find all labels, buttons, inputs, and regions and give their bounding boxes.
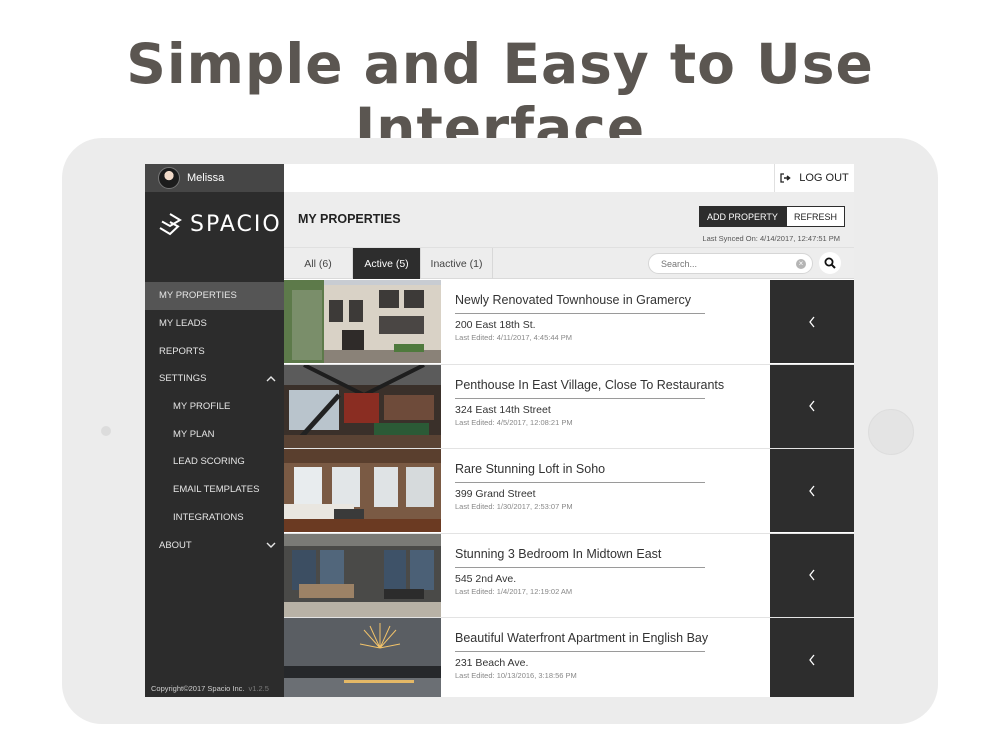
property-last-edited: Last Edited: 10/13/2016, 3:18:56 PM <box>455 671 577 680</box>
user-name: Melissa <box>187 172 225 184</box>
tablet-camera <box>101 426 111 436</box>
add-property-button[interactable]: ADD PROPERTY <box>699 206 786 227</box>
list-item[interactable]: Penthouse In East Village, Close To Rest… <box>284 364 854 449</box>
property-address: 231 Beach Ave. <box>455 657 529 669</box>
search-input[interactable] <box>661 256 791 272</box>
copyright: Copyright©2017 Spacio Inc. v1.2.5 <box>151 684 269 693</box>
search-box: × <box>648 253 813 274</box>
logout-icon <box>780 173 791 183</box>
sidebar-item-label: MY PROPERTIES <box>159 290 237 302</box>
expand-row-button[interactable] <box>770 364 854 448</box>
property-thumbnail <box>284 280 441 363</box>
property-address: 200 East 18th St. <box>455 319 536 331</box>
property-title: Beautiful Waterfront Apartment in Englis… <box>455 631 708 652</box>
filter-tabs: All (6) Active (5) Inactive (1) × <box>284 247 854 279</box>
top-bar: LOG OUT <box>284 164 854 192</box>
property-last-edited: Last Edited: 1/4/2017, 12:19:02 AM <box>455 586 573 596</box>
expand-row-button[interactable] <box>770 618 854 697</box>
sidebar-item-my-leads[interactable]: MY LEADS <box>145 310 284 338</box>
main-content: LOG OUT MY PROPERTIES ADD PROPERTY REFRE… <box>284 164 854 697</box>
expand-row-button[interactable] <box>770 533 854 617</box>
sidebar-item-label: REPORTS <box>159 345 205 357</box>
sidebar-item-label: ABOUT <box>159 539 192 551</box>
property-thumbnail <box>284 449 441 532</box>
logout-button[interactable]: LOG OUT <box>774 164 854 192</box>
property-title: Rare Stunning Loft in Soho <box>455 462 705 483</box>
sidebar-item-about[interactable]: ABOUT <box>145 531 284 559</box>
sidebar-item-email-templates[interactable]: EMAIL TEMPLATES <box>145 476 284 504</box>
sidebar-item-label: MY LEADS <box>159 318 207 330</box>
page-title: MY PROPERTIES <box>298 212 401 226</box>
list-item[interactable]: Stunning 3 Bedroom In Midtown East 545 2… <box>284 533 854 618</box>
list-item[interactable]: Beautiful Waterfront Apartment in Englis… <box>284 618 854 697</box>
logout-label: LOG OUT <box>799 172 849 184</box>
sidebar-item-label: MY PROFILE <box>173 401 231 413</box>
expand-row-button[interactable] <box>770 280 854 363</box>
chevron-left-icon <box>809 400 815 412</box>
chevron-left-icon <box>809 316 815 327</box>
property-title: Stunning 3 Bedroom In Midtown East <box>455 547 705 568</box>
list-item[interactable]: Newly Renovated Townhouse in Gramercy 20… <box>284 280 854 365</box>
chevron-left-icon <box>809 654 815 665</box>
sidebar-item-label: EMAIL TEMPLATES <box>173 484 260 496</box>
sidebar-item-integrations[interactable]: INTEGRATIONS <box>145 504 284 532</box>
chevron-left-icon <box>809 485 815 496</box>
sidebar-item-my-properties[interactable]: MY PROPERTIES <box>145 282 284 310</box>
sidebar-item-label: MY PLAN <box>173 428 215 440</box>
refresh-button[interactable]: REFRESH <box>786 206 846 227</box>
property-title: Newly Renovated Townhouse in Gramercy <box>455 293 705 314</box>
sidebar-item-my-profile[interactable]: MY PROFILE <box>145 393 284 421</box>
tab-active[interactable]: Active (5) <box>353 248 421 279</box>
last-synced-text: Last Synced On: 4/14/2017, 12:47:51 PM <box>702 234 840 243</box>
tablet-home-button <box>868 409 914 455</box>
property-thumbnail <box>284 618 441 697</box>
property-thumbnail <box>284 533 441 617</box>
property-title: Penthouse In East Village, Close To Rest… <box>455 378 724 399</box>
chevron-left-icon <box>809 569 815 581</box>
sidebar-item-lead-scoring[interactable]: LEAD SCORING <box>145 448 284 476</box>
sidebar-item-reports[interactable]: REPORTS <box>145 337 284 365</box>
avatar <box>158 167 180 189</box>
expand-row-button[interactable] <box>770 449 854 532</box>
search-button[interactable] <box>819 252 841 274</box>
tab-all[interactable]: All (6) <box>284 248 353 279</box>
property-address: 324 East 14th Street <box>455 403 551 416</box>
property-list: Newly Renovated Townhouse in Gramercy 20… <box>284 280 854 697</box>
search-icon <box>824 257 836 269</box>
property-last-edited: Last Edited: 1/30/2017, 2:53:07 PM <box>455 502 573 511</box>
property-last-edited: Last Edited: 4/5/2017, 12:08:21 PM <box>455 417 573 427</box>
clear-search-icon[interactable]: × <box>796 259 806 269</box>
property-address: 545 2nd Ave. <box>455 572 517 585</box>
copyright-text: Copyright©2017 Spacio Inc. <box>151 684 245 693</box>
property-thumbnail <box>284 364 441 448</box>
sidebar-item-my-plan[interactable]: MY PLAN <box>145 420 284 448</box>
property-address: 399 Grand Street <box>455 488 536 500</box>
sidebar-item-label: SETTINGS <box>159 373 207 385</box>
logo-text: SPACIO <box>190 211 282 237</box>
sidebar-item-label: INTEGRATIONS <box>173 511 244 523</box>
sidebar: Melissa SPACIO MY PROPERTIES MY LEADS RE… <box>145 164 284 697</box>
chevron-down-icon <box>266 540 276 550</box>
page-header: MY PROPERTIES ADD PROPERTY REFRESH Last … <box>284 192 854 247</box>
user-bar[interactable]: Melissa <box>145 164 284 192</box>
app-screen: Melissa SPACIO MY PROPERTIES MY LEADS RE… <box>145 164 854 697</box>
sidebar-item-label: LEAD SCORING <box>173 456 245 468</box>
version-text: v1.2.5 <box>248 684 269 693</box>
chevron-up-icon <box>266 374 276 384</box>
sidebar-item-settings[interactable]: SETTINGS <box>145 365 284 393</box>
tab-inactive[interactable]: Inactive (1) <box>421 248 493 279</box>
sidebar-nav: MY PROPERTIES MY LEADS REPORTS SETTINGS … <box>145 282 284 559</box>
spacio-logo: SPACIO <box>158 210 282 238</box>
list-item[interactable]: Rare Stunning Loft in Soho 399 Grand Str… <box>284 449 854 534</box>
spacio-logo-icon <box>159 213 182 236</box>
property-last-edited: Last Edited: 4/11/2017, 4:45:44 PM <box>455 333 573 342</box>
